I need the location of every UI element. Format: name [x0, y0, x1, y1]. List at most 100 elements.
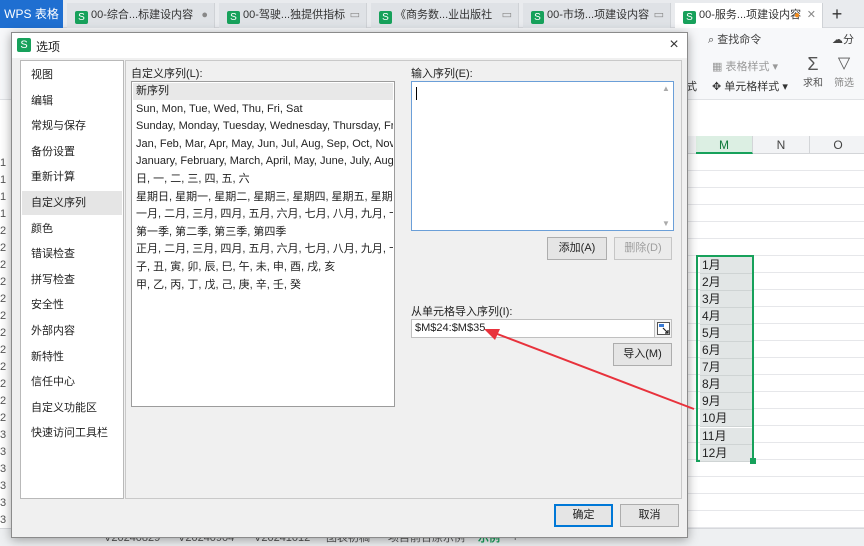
import-range-input[interactable]: $M$24:$M$35: [411, 319, 672, 338]
month-cell[interactable]: 5月: [700, 325, 752, 343]
share-button[interactable]: ☁分: [832, 31, 854, 47]
document-tab[interactable]: S 00-市场...项建设内容 ▭: [523, 3, 671, 28]
filter-icon: ▽: [837, 55, 851, 72]
close-icon[interactable]: ✕: [807, 3, 816, 28]
cell-style-button[interactable]: ✥ 单元格样式 ▾: [712, 78, 788, 94]
grid-row: [688, 188, 864, 205]
import-button[interactable]: 导入(M): [613, 343, 672, 366]
selected-range-m24-m35[interactable]: 1月 2月 3月 4月 5月 6月 7月 8月 9月 10月 11月 12月: [696, 255, 754, 462]
unsaved-dot-icon: ●: [793, 10, 800, 21]
app-menu-button[interactable]: WPS 表格: [0, 0, 63, 28]
input-sequence-textarea[interactable]: ▲ ▼: [411, 81, 674, 231]
range-picker-button[interactable]: [654, 320, 671, 337]
month-cell[interactable]: 7月: [700, 359, 752, 377]
custom-sequence-list[interactable]: 新序列 Sun, Mon, Tue, Wed, Thu, Fri, Sat Sund…: [131, 81, 395, 407]
scroll-down-icon[interactable]: ▼: [662, 219, 670, 228]
month-cell[interactable]: 12月: [700, 444, 752, 462]
sequence-item[interactable]: 第一季, 第二季, 第三季, 第四季: [133, 224, 393, 241]
sequence-item[interactable]: 星期日, 星期一, 星期二, 星期三, 星期四, 星期五, 星期六: [133, 189, 393, 206]
fill-handle[interactable]: [750, 458, 756, 464]
column-header-n[interactable]: N: [753, 136, 810, 154]
month-cell[interactable]: 4月: [700, 308, 752, 326]
month-cell[interactable]: 9月: [700, 393, 752, 411]
options-dialog: S 选项 × 视图 编辑 常规与保存 备份设置 重新计算 自定义序列 颜色 错误检查 拼写检查安…: [11, 32, 688, 538]
nav-item[interactable]: 安全性: [22, 293, 122, 317]
input-sequence-label: 输入序列(E):: [411, 68, 473, 80]
nav-item[interactable]: 重新计算: [22, 165, 122, 189]
month-cell[interactable]: 1月: [700, 257, 752, 274]
nav-item[interactable]: 错误检查: [22, 242, 122, 266]
sequence-item[interactable]: Sun, Mon, Tue, Wed, Thu, Fri, Sat: [133, 101, 393, 118]
share-label: 分: [843, 34, 854, 46]
dialog-title: 选项: [36, 40, 61, 54]
nav-item[interactable]: 新特性: [22, 345, 122, 369]
document-tab[interactable]: S 00-综合...标建设内容 ●: [67, 3, 215, 28]
dialog-titlebar[interactable]: S 选项 ×: [12, 33, 687, 58]
range-select-icon: [657, 322, 670, 335]
grid-row: [688, 511, 864, 528]
nav-item[interactable]: 自定义功能区: [22, 396, 122, 420]
import-range-label: 从单元格导入序列(I):: [411, 306, 513, 318]
column-header-m[interactable]: M: [696, 136, 753, 154]
sum-label: 求和: [803, 78, 823, 89]
search-command[interactable]: ⌕ 查找命令: [708, 31, 761, 47]
nav-item[interactable]: 外部内容: [22, 319, 122, 343]
sequence-item[interactable]: 日, 一, 二, 三, 四, 五, 六: [133, 171, 393, 188]
document-tab[interactable]: S 00-驾驶...独提供指标 ▭: [219, 3, 367, 28]
nav-item[interactable]: 视图: [22, 63, 122, 87]
nav-item[interactable]: 颜色: [22, 217, 122, 241]
scroll-up-icon[interactable]: ▲: [662, 84, 670, 93]
column-header-o[interactable]: O: [810, 136, 864, 154]
nav-item[interactable]: 备份设置: [22, 140, 122, 164]
sequence-item[interactable]: 子, 丑, 寅, 卯, 辰, 巳, 午, 未, 申, 酉, 戌, 亥: [133, 259, 393, 276]
nav-item[interactable]: 编辑: [22, 89, 122, 113]
sequence-item[interactable]: Jan, Feb, Mar, Apr, May, Jun, Jul, Aug, …: [133, 136, 393, 153]
nav-item-active[interactable]: 自定义序列: [22, 191, 122, 215]
delete-button[interactable]: 删除(D): [614, 237, 672, 260]
spreadsheet-icon: S: [227, 11, 240, 24]
nav-item[interactable]: 快速访问工具栏: [22, 421, 122, 445]
spreadsheet-icon: S: [531, 11, 544, 24]
sequence-item-selected[interactable]: 新序列: [133, 83, 393, 100]
grid-row: [688, 205, 864, 222]
document-tab-label: 《商务数...业出版社: [395, 9, 493, 21]
monitor-icon: ▭: [653, 9, 664, 21]
monitor-icon: ▭: [501, 9, 512, 21]
month-cell[interactable]: 11月: [700, 427, 752, 445]
table-style-button[interactable]: ▦ 表格样式 ▾: [712, 58, 778, 74]
monitor-icon: ▭: [349, 9, 360, 21]
sequence-item[interactable]: 正月, 二月, 三月, 四月, 五月, 六月, 七月, 八月, 九月, 十月, …: [133, 241, 393, 258]
add-button[interactable]: 添加(A): [547, 237, 607, 260]
month-cell[interactable]: 6月: [700, 342, 752, 360]
sequence-item[interactable]: 一月, 二月, 三月, 四月, 五月, 六月, 七月, 八月, 九月, 十月, …: [133, 206, 393, 223]
month-cell[interactable]: 3月: [700, 291, 752, 309]
ok-button[interactable]: 确定: [554, 504, 613, 527]
month-cell[interactable]: 8月: [700, 376, 752, 394]
filter-button[interactable]: ▽ 筛选: [830, 54, 858, 89]
document-tab-label: 00-市场...项建设内容: [547, 9, 650, 21]
grid-row: [688, 154, 864, 171]
sequence-item[interactable]: 甲, 乙, 丙, 丁, 戊, 己, 庚, 辛, 壬, 癸: [133, 277, 393, 294]
grid-row: [688, 171, 864, 188]
sigma-icon: Σ: [807, 54, 819, 74]
table-style-label: 表格样式: [725, 61, 770, 73]
cancel-button[interactable]: 取消: [620, 504, 679, 527]
nav-item[interactable]: 信任中心: [22, 370, 122, 394]
textarea-scrollbar[interactable]: ▲ ▼: [659, 82, 673, 230]
options-nav-list: 视图 编辑 常规与保存 备份设置 重新计算 自定义序列 颜色 错误检查 拼写检查 安全性 外部内容新…: [20, 60, 124, 499]
nav-item[interactable]: 常规与保存: [22, 114, 122, 138]
new-tab-button[interactable]: +: [826, 3, 848, 25]
wps-spreadsheet-icon: S: [17, 38, 31, 52]
dialog-close-button[interactable]: ×: [663, 34, 685, 56]
document-tab[interactable]: S 《商务数...业出版社 ▭: [371, 3, 519, 28]
document-tab-label: 00-服务...项建设内容: [699, 9, 802, 21]
nav-item[interactable]: 拼写检查: [22, 268, 122, 292]
sequence-item[interactable]: January, February, March, April, May, Ju…: [133, 153, 393, 170]
document-tab-label: 00-综合...标建设内容: [91, 9, 194, 21]
sum-button[interactable]: Σ 求和: [800, 54, 826, 89]
month-cell[interactable]: 10月: [700, 410, 752, 428]
document-tab-active[interactable]: S 00-服务...项建设内容 ● ✕: [675, 3, 823, 28]
sequence-item[interactable]: Sunday, Monday, Tuesday, Wednesday, Thur…: [133, 118, 393, 135]
close-icon[interactable]: ●: [201, 3, 208, 28]
month-cell[interactable]: 2月: [700, 274, 752, 292]
